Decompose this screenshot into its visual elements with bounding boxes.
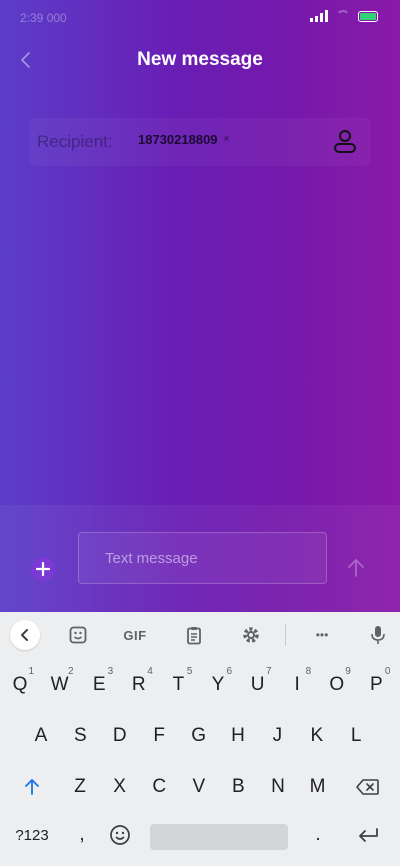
key-label: Y	[211, 674, 225, 695]
arrow-up-icon[interactable]	[344, 556, 368, 580]
sticker-icon[interactable]	[66, 623, 90, 647]
recipient-chip[interactable]: 18730218809 ×	[138, 132, 229, 147]
key-x[interactable]: X	[102, 768, 138, 806]
key-h[interactable]: H	[220, 717, 256, 755]
period-key[interactable]: .	[300, 816, 336, 854]
key-hint-number: 6	[226, 666, 232, 677]
key-label: P	[370, 674, 383, 695]
key-label: R	[131, 674, 146, 695]
wifi-icon	[336, 10, 350, 22]
symbols-key[interactable]: ?123	[12, 816, 52, 854]
key-hint-number: 3	[107, 666, 114, 677]
key-b[interactable]: B	[220, 768, 256, 806]
plus-icon[interactable]	[31, 557, 55, 581]
message-input[interactable]	[78, 532, 327, 584]
key-g[interactable]: G	[181, 717, 217, 755]
toolbar-divider	[285, 624, 286, 646]
shift-key[interactable]	[14, 768, 50, 806]
key-hint-number: 7	[266, 666, 272, 677]
key-u[interactable]: U7	[240, 666, 276, 704]
clipboard-icon[interactable]	[182, 623, 206, 647]
key-i[interactable]: I8	[279, 666, 315, 704]
key-e[interactable]: E3	[81, 666, 117, 704]
recipient-label: Recipient:	[37, 132, 113, 151]
key-hint-number: 5	[186, 666, 193, 677]
person-icon[interactable]	[332, 128, 358, 154]
key-label: E	[92, 674, 106, 695]
status-time: 2:39 000	[20, 11, 67, 25]
page-title: New message	[137, 49, 263, 70]
gear-icon[interactable]	[239, 623, 263, 647]
key-w[interactable]: W2	[42, 666, 78, 704]
comma-key[interactable]: ,	[64, 816, 100, 854]
key-f[interactable]: F	[141, 717, 177, 755]
keyboard: GIF ••• Q1W2E3R4T5Y6U7I8O9P0 ASDFGHJKL Z…	[0, 612, 400, 866]
backspace-key[interactable]	[350, 768, 386, 806]
key-label: W	[50, 674, 69, 695]
key-v[interactable]: V	[181, 768, 217, 806]
key-hint-number: 4	[147, 666, 153, 677]
keyboard-toolbar: GIF •••	[0, 612, 400, 658]
space-key[interactable]	[150, 824, 288, 850]
key-j[interactable]: J	[259, 717, 295, 755]
key-q[interactable]: Q1	[2, 666, 38, 704]
more-icon[interactable]: •••	[308, 623, 336, 647]
key-y[interactable]: Y6	[200, 666, 236, 704]
key-r[interactable]: R4	[121, 666, 157, 704]
chevron-left-icon[interactable]	[10, 620, 40, 650]
key-c[interactable]: C	[141, 768, 177, 806]
emoji-icon[interactable]	[102, 816, 138, 854]
key-label: O	[329, 674, 345, 695]
key-hint-number: 9	[345, 666, 351, 677]
key-hint-number: 0	[384, 666, 391, 677]
key-label: I	[294, 674, 300, 695]
key-hint-number: 1	[28, 666, 34, 677]
close-icon[interactable]: ×	[224, 134, 230, 145]
microphone-icon[interactable]	[368, 623, 388, 647]
key-l[interactable]: L	[338, 717, 374, 755]
status-icons	[310, 10, 378, 22]
key-label: T	[172, 674, 185, 695]
gif-button[interactable]: GIF	[120, 623, 150, 647]
key-z[interactable]: Z	[62, 768, 98, 806]
key-hint-number: 8	[305, 666, 312, 677]
header: New message	[0, 40, 400, 80]
enter-key[interactable]	[350, 816, 386, 854]
status-bar: 2:39 000	[0, 0, 400, 36]
key-m[interactable]: M	[300, 768, 336, 806]
signal-icon	[310, 10, 328, 22]
key-n[interactable]: N	[260, 768, 296, 806]
battery-icon	[358, 10, 378, 22]
key-o[interactable]: O9	[319, 666, 355, 704]
key-s[interactable]: S	[62, 717, 98, 755]
key-t[interactable]: T5	[160, 666, 196, 704]
key-hint-number: 2	[68, 666, 74, 677]
recipient-field[interactable]: Recipient: 18730218809 ×	[30, 118, 370, 166]
key-k[interactable]: K	[299, 717, 335, 755]
recipient-chip-number: 18730218809	[138, 132, 218, 147]
key-a[interactable]: A	[23, 717, 59, 755]
key-d[interactable]: D	[102, 717, 138, 755]
key-p[interactable]: P0	[358, 666, 394, 704]
key-label: Q	[12, 674, 28, 695]
key-label: U	[250, 674, 265, 695]
